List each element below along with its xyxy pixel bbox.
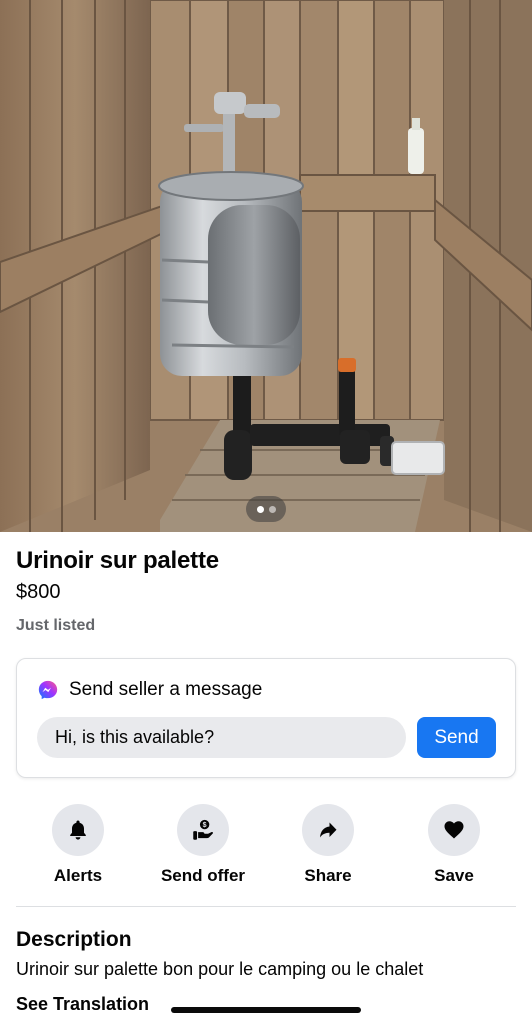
send-offer-button[interactable]: $ Send offer: [148, 804, 258, 886]
send-button[interactable]: Send: [417, 717, 496, 758]
send-offer-circle[interactable]: $: [177, 804, 229, 856]
messenger-icon: [38, 680, 58, 700]
share-circle[interactable]: [302, 804, 354, 856]
bell-icon: [70, 820, 86, 840]
share-icon: [320, 822, 337, 838]
alerts-circle[interactable]: [52, 804, 104, 856]
heart-icon: [444, 821, 464, 839]
save-circle[interactable]: [428, 804, 480, 856]
listing-price: $800: [16, 581, 61, 603]
message-header: Send seller a message: [37, 679, 262, 701]
message-heading: Send seller a message: [69, 679, 263, 700]
send-seller-message-card: Send seller a message Hi, is this availa…: [16, 658, 516, 778]
photo-pager: [246, 496, 286, 522]
description-heading: Description: [16, 928, 132, 951]
share-label: Share: [304, 866, 352, 885]
listing-status: Just listed: [16, 617, 96, 634]
home-indicator[interactable]: [171, 1007, 361, 1013]
alerts-button[interactable]: Alerts: [23, 804, 133, 886]
send-offer-label: Send offer: [160, 866, 246, 885]
pager-dot-active: [256, 505, 264, 513]
listing-title: Urinoir sur palette: [16, 547, 219, 574]
action-buttons: Alerts $ Send offer Share Save: [0, 804, 532, 894]
alerts-label: Alerts: [53, 866, 103, 885]
outhouse-urinal-photo: [0, 0, 532, 532]
svg-text:$: $: [203, 822, 207, 829]
divider: [16, 906, 516, 907]
listing-photo[interactable]: [0, 0, 532, 532]
pager-dot: [268, 505, 276, 513]
save-label: Save: [434, 866, 474, 885]
save-button[interactable]: Save: [399, 804, 509, 886]
description-text: Urinoir sur palette bon pour le camping …: [16, 959, 424, 979]
send-offer-icon: $: [193, 819, 213, 840]
message-input[interactable]: Hi, is this available?: [37, 717, 406, 758]
share-button[interactable]: Share: [273, 804, 383, 886]
see-translation-link[interactable]: See Translation: [16, 994, 149, 1015]
